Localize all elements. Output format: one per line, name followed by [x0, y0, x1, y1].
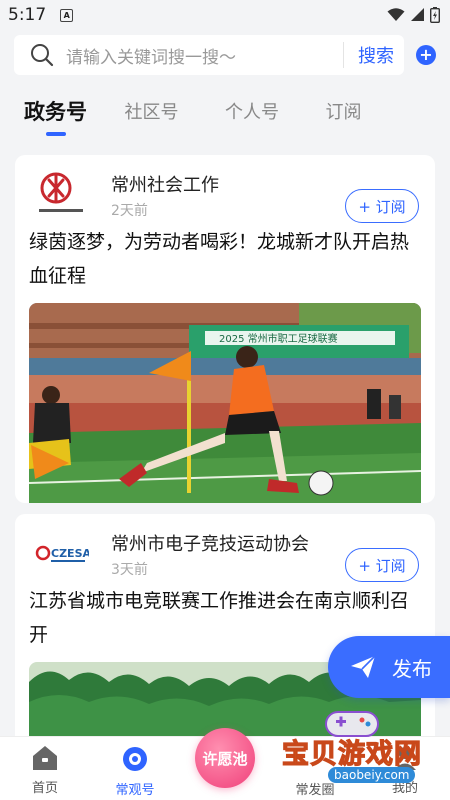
tab-personal[interactable]: 个人号 — [225, 98, 326, 124]
account-logo — [31, 169, 91, 219]
tab-subscribed[interactable]: 订阅 — [326, 98, 427, 124]
svg-text:CZESA: CZESA — [51, 547, 89, 560]
post-title[interactable]: 绿茵逐梦，为劳动者喝彩！龙城新才队开启热血征程 — [15, 225, 435, 293]
changguan-icon — [123, 747, 147, 771]
status-time: 5:17 — [8, 5, 47, 25]
subscribe-button[interactable]: + 订阅 — [345, 189, 419, 223]
tab-community[interactable]: 社区号 — [125, 98, 226, 124]
search-input[interactable]: 请输入关键词搜一搜～ — [66, 43, 343, 68]
battery-icon — [430, 7, 440, 23]
wifi-icon — [387, 8, 405, 21]
post-image[interactable]: 2025 常州市职工足球联赛 — [29, 303, 421, 503]
publish-button[interactable]: 发布 — [328, 636, 450, 698]
banner-text: 2025 常州市职工足球联赛 — [219, 332, 338, 345]
wish-pool-button[interactable]: 许愿池 — [195, 728, 255, 788]
send-icon — [351, 655, 376, 678]
search-bar[interactable]: 请输入关键词搜一搜～ 搜索 — [14, 35, 404, 75]
nav-home[interactable]: 首页 — [0, 737, 90, 800]
nav-home-label: 首页 — [31, 781, 58, 796]
nav-changguan-label: 常观号 — [115, 783, 155, 798]
publish-label: 发布 — [392, 656, 432, 681]
search-icon — [31, 44, 54, 67]
status-bar: 5:17 A — [0, 0, 450, 30]
tab-government[interactable]: 政务号 — [24, 96, 125, 136]
search-row: 请输入关键词搜一搜～ 搜索 + — [0, 30, 450, 80]
post-time: 3天前 — [111, 562, 148, 578]
notification-a-icon: A — [60, 8, 74, 22]
account-name[interactable]: 常州社会工作 — [111, 171, 219, 197]
account-logo: CZESA — [31, 528, 91, 578]
account-name[interactable]: 常州市电子竞技运动协会 — [111, 530, 309, 556]
watermark-text: 宝贝游戏网 — [281, 738, 422, 770]
search-button[interactable]: 搜索 — [343, 42, 394, 68]
signal-icon — [411, 8, 424, 21]
nav-changguan[interactable]: 常观号 — [90, 737, 180, 800]
watermark-url: baobeiy.com — [328, 767, 416, 783]
account-tabs: 政务号 社区号 个人号 订阅 — [0, 80, 450, 142]
watermark: 宝贝游戏网 baobeiy.com — [262, 706, 442, 796]
home-icon — [33, 746, 57, 770]
post-time: 2天前 — [111, 203, 148, 219]
wish-label: 许愿池 — [202, 749, 248, 768]
post-card[interactable]: 常州社会工作 2天前 + 订阅 绿茵逐梦，为劳动者喝彩！龙城新才队开启热血征程 … — [15, 155, 435, 503]
add-icon[interactable]: + — [416, 45, 436, 65]
subscribe-button[interactable]: + 订阅 — [345, 548, 419, 582]
